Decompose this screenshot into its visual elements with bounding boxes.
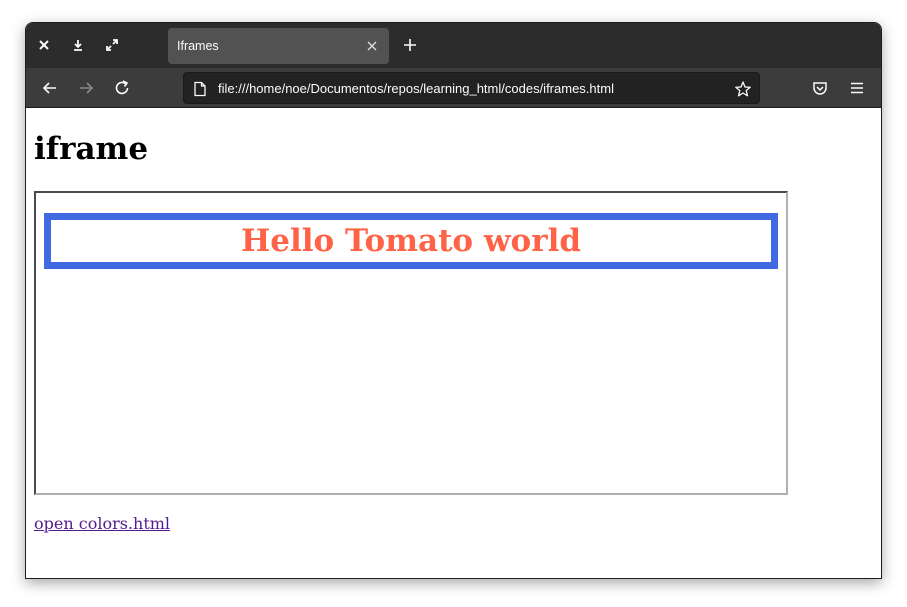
new-tab-plus-icon[interactable]	[400, 35, 420, 55]
browser-window: Iframes file:///home/noe/Documentos/repo…	[25, 22, 882, 579]
tab-iframes[interactable]: Iframes	[168, 28, 389, 64]
embedded-iframe[interactable]: Hello Tomato world	[34, 191, 788, 495]
close-window-icon[interactable]	[34, 35, 54, 55]
url-bar[interactable]: file:///home/noe/Documentos/repos/learni…	[183, 72, 760, 104]
open-colors-link[interactable]: open colors.html	[34, 514, 170, 533]
download-icon[interactable]	[68, 35, 88, 55]
back-arrow-icon[interactable]	[40, 78, 60, 98]
hamburger-menu-icon[interactable]	[847, 78, 867, 98]
reload-icon[interactable]	[112, 78, 132, 98]
maximize-icon[interactable]	[102, 35, 122, 55]
forward-arrow-icon[interactable]	[76, 78, 96, 98]
tab-close-icon[interactable]	[363, 37, 381, 55]
page-content: iframe Hello Tomato world open colors.ht…	[26, 109, 881, 578]
bookmark-star-icon[interactable]	[734, 80, 752, 98]
tab-title: Iframes	[177, 39, 219, 53]
url-text[interactable]: file:///home/noe/Documentos/repos/learni…	[218, 73, 614, 104]
hello-heading: Hello Tomato world	[240, 223, 582, 259]
page-heading: iframe	[34, 131, 149, 167]
iframe-content-box: Hello Tomato world	[44, 213, 778, 269]
title-bar: Iframes	[26, 23, 881, 68]
navigation-toolbar: file:///home/noe/Documentos/repos/learni…	[26, 68, 881, 108]
file-icon	[193, 81, 207, 97]
pocket-icon[interactable]	[810, 78, 830, 98]
